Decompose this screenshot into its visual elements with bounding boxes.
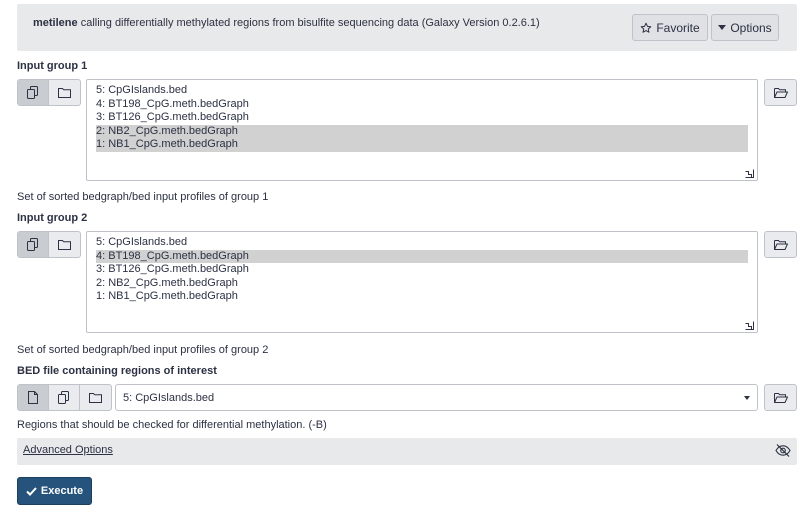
input-group-2-browse-button[interactable] — [764, 231, 797, 258]
tool-title: metilene calling differentially methylat… — [33, 17, 540, 29]
dataset-collection-button[interactable] — [80, 385, 111, 410]
folder-icon — [89, 392, 102, 403]
bed-file-mode-toggle — [17, 384, 112, 411]
input-group-1-label: Input group 1 — [17, 60, 88, 72]
check-icon — [26, 486, 37, 496]
advanced-options-link[interactable]: Advanced Options — [23, 444, 113, 456]
input-group-2-mode-toggle — [17, 231, 81, 258]
resize-grip-icon[interactable] — [745, 169, 754, 178]
caret-down-icon — [744, 396, 750, 400]
favorite-label: Favorite — [656, 20, 700, 35]
options-label: Options — [730, 20, 772, 35]
list-option[interactable]: 5: CpGIslands.bed — [96, 236, 748, 250]
folder-open-icon — [773, 392, 788, 403]
tool-header: metilene calling differentially methylat… — [17, 4, 797, 51]
bed-file-selected-value: 5: CpGIslands.bed — [123, 391, 215, 404]
bed-file-help: Regions that should be checked for diffe… — [17, 419, 327, 431]
input-group-1-help: Set of sorted bedgraph/bed input profile… — [17, 191, 269, 203]
input-group-2-help: Set of sorted bedgraph/bed input profile… — [17, 344, 269, 356]
bed-file-browse-button[interactable] — [764, 384, 797, 411]
list-option[interactable]: 1: NB1_CpG.meth.bedGraph — [96, 290, 748, 304]
star-icon — [640, 22, 652, 34]
bed-file-label: BED file containing regions of interest — [17, 365, 217, 377]
input-group-1-mode-toggle — [17, 79, 81, 106]
folder-icon — [58, 87, 71, 98]
options-button[interactable]: Options — [711, 14, 779, 41]
dataset-collection-button[interactable] — [49, 232, 80, 257]
list-option[interactable]: 1: NB1_CpG.meth.bedGraph — [96, 138, 748, 152]
copy-icon — [27, 86, 39, 99]
single-dataset-button[interactable] — [18, 385, 49, 410]
file-icon — [28, 391, 38, 404]
list-option[interactable]: 4: BT198_CpG.meth.bedGraph — [96, 249, 748, 264]
tool-description: calling differentially methylated region… — [80, 17, 540, 29]
input-group-2-listbox[interactable]: 5: CpGIslands.bed 4: BT198_CpG.meth.bedGr… — [86, 231, 758, 333]
copy-icon — [27, 238, 39, 251]
list-option[interactable]: 2: NB2_CpG.meth.bedGraph — [96, 277, 748, 291]
list-option[interactable]: 2: NB2_CpG.meth.bedGraph — [96, 124, 748, 139]
caret-down-icon — [718, 24, 727, 31]
input-group-1-browse-button[interactable] — [764, 79, 797, 106]
dataset-collection-button[interactable] — [49, 80, 80, 105]
list-option[interactable]: 3: BT126_CpG.meth.bedGraph — [96, 263, 748, 277]
execute-label: Execute — [40, 485, 84, 497]
bed-file-select[interactable]: 5: CpGIslands.bed — [115, 384, 758, 411]
folder-open-icon — [773, 239, 788, 250]
list-option[interactable]: 3: BT126_CpG.meth.bedGraph — [96, 111, 748, 125]
folder-open-icon — [773, 87, 788, 98]
execute-button[interactable]: Execute — [17, 477, 92, 505]
input-group-1-listbox[interactable]: 5: CpGIslands.bed 4: BT198_CpG.meth.bedGr… — [86, 79, 758, 181]
multiple-datasets-button[interactable] — [18, 232, 49, 257]
multiple-datasets-button[interactable] — [18, 80, 49, 105]
folder-icon — [58, 239, 71, 250]
advanced-options-section[interactable]: Advanced Options — [17, 438, 797, 465]
multiple-datasets-button[interactable] — [49, 385, 80, 410]
list-option[interactable]: 5: CpGIslands.bed — [96, 84, 748, 98]
eye-slash-icon — [775, 444, 791, 457]
input-group-2-label: Input group 2 — [17, 212, 88, 224]
copy-icon — [58, 391, 70, 404]
tool-name: metilene — [33, 17, 78, 29]
resize-grip-icon[interactable] — [745, 321, 754, 330]
favorite-button[interactable]: Favorite — [632, 14, 708, 41]
list-option[interactable]: 4: BT198_CpG.meth.bedGraph — [96, 98, 748, 112]
